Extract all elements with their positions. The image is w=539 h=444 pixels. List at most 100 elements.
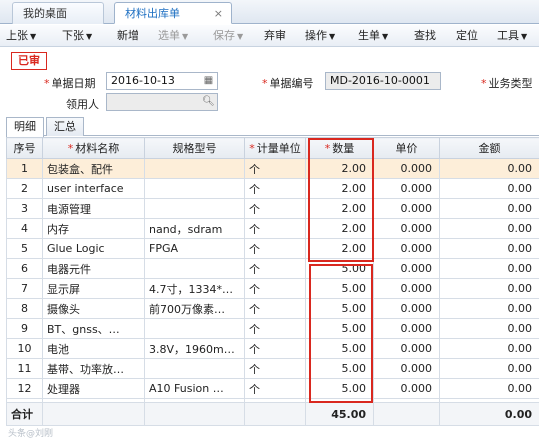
search-icon[interactable]: 🔍︎ [201,95,216,109]
col-unit-cell[interactable]: 个 [244,378,306,399]
col-amount-cell[interactable]: 0.00 [439,358,539,379]
col-unit-cell[interactable]: 个 [244,258,306,279]
col-unit-price-cell[interactable]: 0.000 [373,378,440,399]
col-spec-cell[interactable] [144,158,245,179]
col-quantity-cell[interactable]: 5.00 [305,338,374,359]
col-spec-cell[interactable]: 3.8V，1960m… [144,338,245,359]
col-spec-cell[interactable] [144,198,245,219]
col-seq-cell[interactable]: 5 [6,238,43,259]
col-seq-cell[interactable]: 6 [6,258,43,279]
col-unit-cell[interactable]: 个 [244,298,306,319]
col-seq-cell[interactable]: 9 [6,318,43,339]
col-unit-price-cell[interactable]: 0.000 [373,358,440,379]
col-spec-cell[interactable]: 4.7寸，1334*… [144,278,245,299]
table-row[interactable]: 9 BT、gnss、… 个 5.00 0.000 0.00 [6,318,539,339]
table-row[interactable]: 10 电池 3.8V，1960m… 个 5.00 0.000 0.00 [6,338,539,359]
receiver-field[interactable]: 🔍︎ [106,93,218,111]
col-seq-cell[interactable]: 10 [6,338,43,359]
col-spec-header[interactable]: 规格型号 [144,137,245,159]
col-unit-price-cell[interactable]: 0.000 [373,238,440,259]
col-amount-cell[interactable]: 0.00 [439,378,539,399]
col-material-name-cell[interactable]: BT、gnss、… [42,318,145,339]
tab-detail[interactable]: 明细 [6,117,44,137]
col-quantity-cell[interactable]: 2.00 [305,198,374,219]
col-unit-price-cell[interactable]: 0.000 [373,298,440,319]
col-unit-cell[interactable]: 个 [244,238,306,259]
col-material-name-cell[interactable]: 内存 [42,218,145,239]
col-spec-cell[interactable] [144,318,245,339]
col-unit-price-cell[interactable]: 0.000 [373,318,440,339]
col-quantity-cell[interactable]: 2.00 [305,238,374,259]
toolbar-prev-button[interactable]: 上张 ▼ [6,25,36,47]
col-seq-cell[interactable]: 3 [6,198,43,219]
col-amount-cell[interactable]: 0.00 [439,258,539,279]
col-quantity-cell[interactable]: 5.00 [305,258,374,279]
col-material-name-cell[interactable]: user interface [42,178,145,199]
col-unit-cell[interactable]: 个 [244,218,306,239]
toolbar-find-button[interactable]: 查找 [414,25,436,47]
toolbar-tools-button[interactable]: 工具 ▼ [497,25,527,47]
col-amount-cell[interactable]: 0.00 [439,298,539,319]
toolbar-unaudit-button[interactable]: 弃审 [264,25,286,47]
col-amount-cell[interactable]: 0.00 [439,238,539,259]
col-seq-cell[interactable]: 12 [6,378,43,399]
col-quantity-cell[interactable]: 2.00 [305,158,374,179]
col-material-name-cell[interactable]: 基带、功率放… [42,358,145,379]
col-amount-cell[interactable]: 0.00 [439,178,539,199]
col-material-name-cell[interactable]: 电池 [42,338,145,359]
col-unit-price-cell[interactable]: 0.000 [373,338,440,359]
col-unit-price-cell[interactable]: 0.000 [373,178,440,199]
col-material-name-cell[interactable]: 处理器 [42,378,145,399]
col-quantity-cell[interactable]: 5.00 [305,378,374,399]
col-unit-price-cell[interactable]: 0.000 [373,278,440,299]
tab-home-desk[interactable]: 我的桌面 [12,2,104,24]
table-row[interactable]: 4 内存 nand，sdram 个 2.00 0.000 0.00 [6,218,539,239]
date-field[interactable]: 2016-10-13 ▦ [106,72,218,90]
col-amount-cell[interactable]: 0.00 [439,278,539,299]
toolbar-next-button[interactable]: 下张 ▼ [62,25,92,47]
col-amount-header[interactable]: 金额 [439,137,539,159]
toolbar-select-doc-button[interactable]: 选单 ▼ [158,25,188,47]
col-material-name-cell[interactable]: 摄像头 [42,298,145,319]
col-seq-header[interactable]: 序号 [6,137,43,159]
col-unit-cell[interactable]: 个 [244,278,306,299]
col-unit-price-cell[interactable]: 0.000 [373,158,440,179]
col-quantity-cell[interactable]: 5.00 [305,318,374,339]
col-seq-cell[interactable]: 2 [6,178,43,199]
col-unit-price-cell[interactable]: 0.000 [373,258,440,279]
col-unit-price-cell[interactable]: 0.000 [373,218,440,239]
col-unit-price-cell[interactable]: 0.000 [373,198,440,219]
col-spec-cell[interactable] [144,178,245,199]
table-row[interactable]: 5 Glue Logic FPGA 个 2.00 0.000 0.00 [6,238,539,259]
table-row[interactable]: 8 摄像头 前700万像素… 个 5.00 0.000 0.00 [6,298,539,319]
col-material-name-cell[interactable]: Glue Logic [42,238,145,259]
col-material-name-header[interactable]: * 材料名称 [42,137,145,159]
table-row[interactable]: 3 电源管理 个 2.00 0.000 0.00 [6,198,539,219]
col-spec-cell[interactable]: nand，sdram [144,218,245,239]
number-field[interactable]: MD-2016-10-0001 [325,72,441,90]
toolbar-save-button[interactable]: 保存 ▼ [213,25,243,47]
col-unit-cell[interactable]: 个 [244,318,306,339]
col-unit-price-header[interactable]: 单价 [373,137,440,159]
toolbar-new-button[interactable]: 新增 [117,25,139,47]
col-amount-cell[interactable]: 0.00 [439,338,539,359]
col-quantity-cell[interactable]: 2.00 [305,218,374,239]
col-spec-cell[interactable]: 前700万像素… [144,298,245,319]
col-quantity-cell[interactable]: 2.00 [305,178,374,199]
col-unit-cell[interactable]: 个 [244,358,306,379]
table-row[interactable]: 6 电器元件 个 5.00 0.000 0.00 [6,258,539,279]
col-spec-cell[interactable] [144,358,245,379]
table-row[interactable]: 2 user interface 个 2.00 0.000 0.00 [6,178,539,199]
col-seq-cell[interactable]: 4 [6,218,43,239]
col-unit-cell[interactable]: 个 [244,198,306,219]
table-row[interactable]: 7 显示屏 4.7寸，1334*… 个 5.00 0.000 0.00 [6,278,539,299]
toolbar-generate-button[interactable]: 生单 ▼ [358,25,388,47]
table-row[interactable]: 12 处理器 A10 Fusion … 个 5.00 0.000 0.00 [6,378,539,399]
col-spec-cell[interactable] [144,258,245,279]
col-unit-cell[interactable]: 个 [244,338,306,359]
tab-material-outbound[interactable]: 材料出库单 × [114,2,232,24]
toolbar-locate-button[interactable]: 定位 [456,25,478,47]
calendar-icon[interactable]: ▦ [201,74,216,88]
col-seq-cell[interactable]: 1 [6,158,43,179]
col-amount-cell[interactable]: 0.00 [439,198,539,219]
